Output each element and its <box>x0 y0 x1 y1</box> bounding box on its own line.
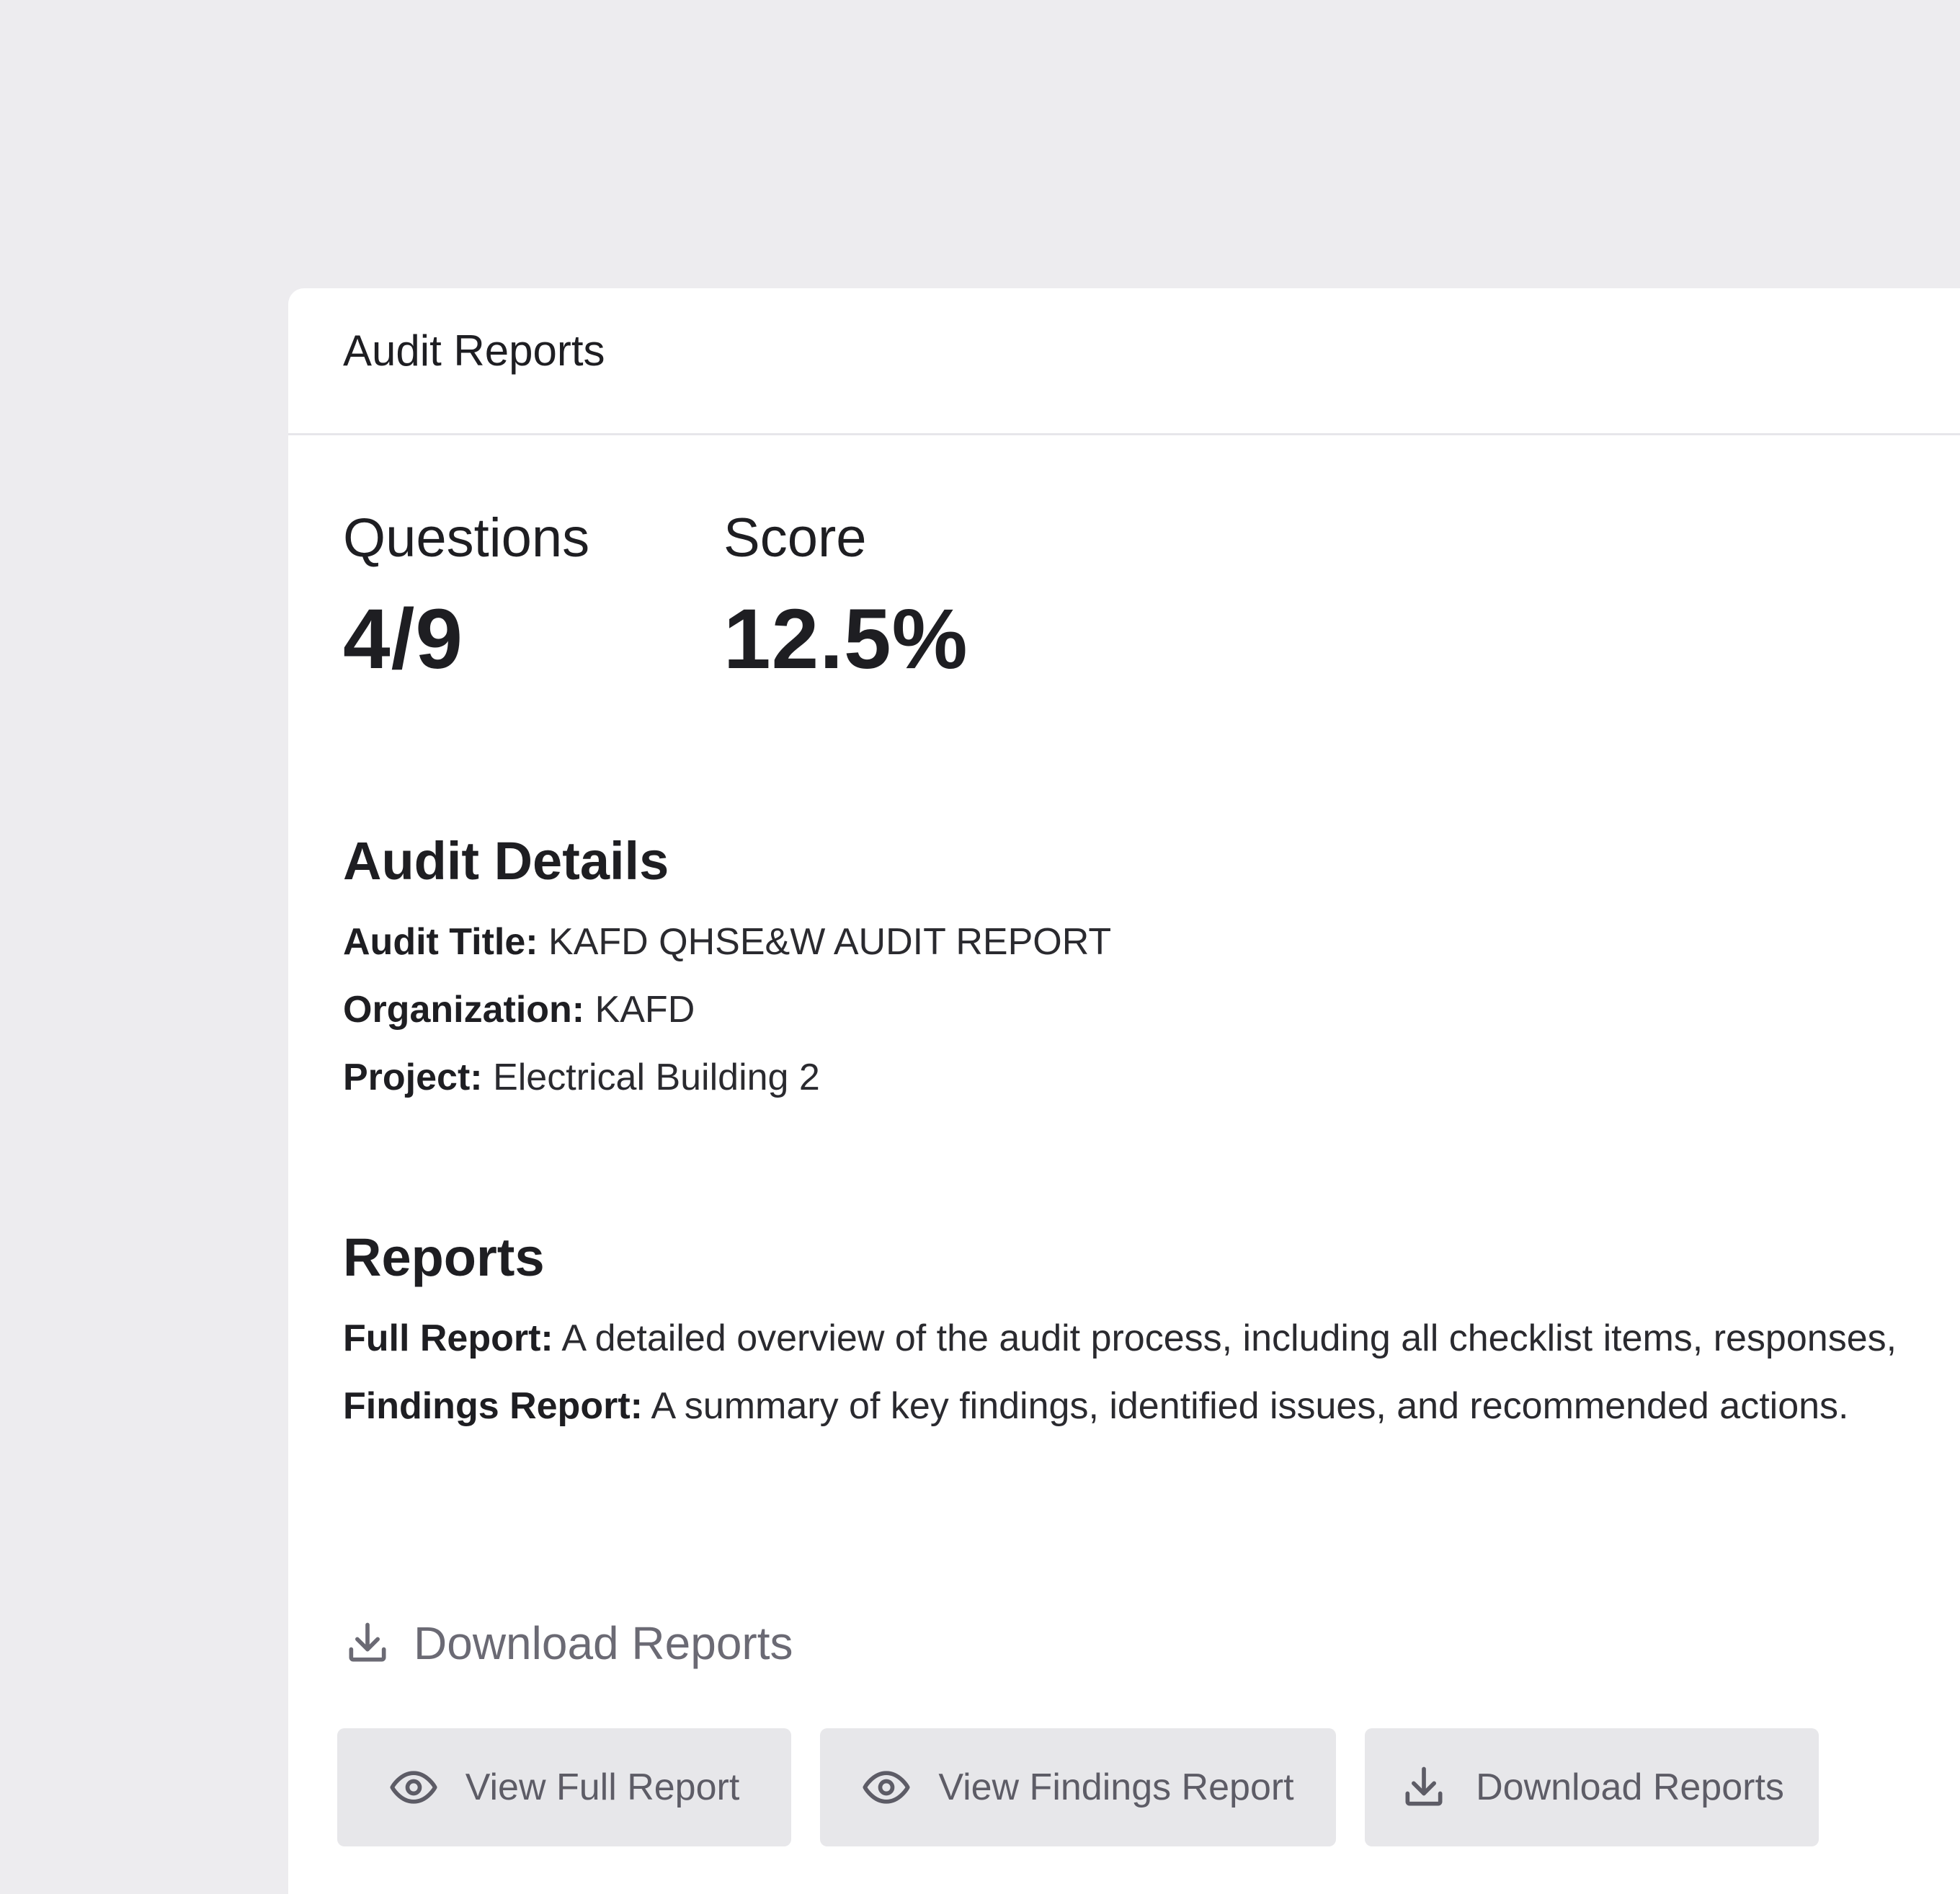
download-reports-heading-label: Download Reports <box>414 1616 793 1671</box>
view-findings-report-label: View Findings Report <box>938 1765 1293 1810</box>
organization-value: KAFD <box>595 989 695 1031</box>
findings-report-line: Findings Report: A summary of key findin… <box>343 1384 1848 1428</box>
view-findings-report-button[interactable]: View Findings Report <box>820 1728 1336 1846</box>
download-icon <box>343 1619 392 1668</box>
project-line: Project: Electrical Building 2 <box>343 1055 820 1100</box>
download-reports-heading: Download Reports <box>343 1614 793 1672</box>
view-full-report-button[interactable]: View Full Report <box>337 1728 791 1846</box>
download-icon <box>1399 1763 1448 1812</box>
score-label: Score <box>723 506 968 571</box>
reports-heading: Reports <box>343 1227 545 1289</box>
score-value: 12.5% <box>723 592 968 686</box>
full-report-label: Full Report: <box>343 1317 553 1359</box>
eye-icon <box>389 1763 438 1812</box>
score-stat: Score 12.5% <box>723 506 968 686</box>
audit-details-heading: Audit Details <box>343 830 669 892</box>
card-header: Audit Reports <box>288 288 1960 435</box>
audit-title-label: Audit Title: <box>343 921 538 963</box>
full-report-line: Full Report: A detailed overview of the … <box>343 1316 1897 1361</box>
project-value: Electrical Building 2 <box>493 1057 820 1098</box>
full-report-text: A detailed overview of the audit process… <box>561 1317 1897 1359</box>
view-full-report-label: View Full Report <box>466 1765 740 1810</box>
download-reports-button-label: Download Reports <box>1476 1765 1784 1810</box>
questions-stat: Questions 4/9 <box>343 506 589 686</box>
project-label: Project: <box>343 1057 483 1098</box>
organization-line: Organization: KAFD <box>343 987 695 1032</box>
audit-reports-card: Audit Reports Questions 4/9 Score 12.5% … <box>288 288 1960 1894</box>
card-title: Audit Reports <box>343 326 605 376</box>
findings-report-text: A summary of key findings, identified is… <box>651 1385 1849 1427</box>
audit-title-line: Audit Title: KAFD QHSE&W AUDIT REPORT <box>343 920 1111 964</box>
findings-report-label: Findings Report: <box>343 1385 643 1427</box>
eye-icon <box>862 1763 911 1812</box>
questions-value: 4/9 <box>343 592 589 686</box>
download-reports-button[interactable]: Download Reports <box>1365 1728 1819 1846</box>
organization-label: Organization: <box>343 989 584 1031</box>
questions-label: Questions <box>343 506 589 571</box>
audit-title-value: KAFD QHSE&W AUDIT REPORT <box>548 921 1111 963</box>
